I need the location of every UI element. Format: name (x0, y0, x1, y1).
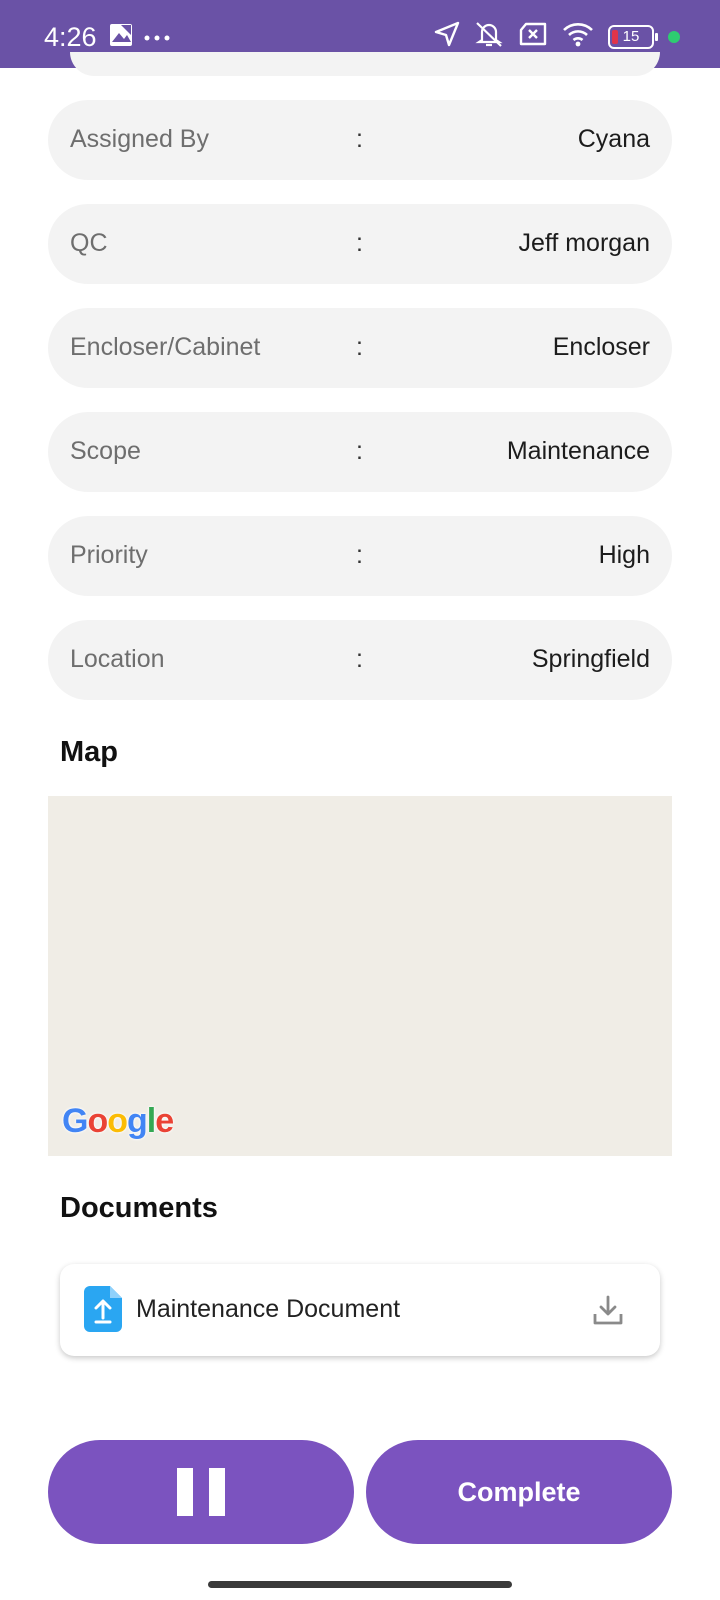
pause-button[interactable] (48, 1440, 354, 1544)
pause-icon (177, 1468, 225, 1516)
detail-value: Cyana (577, 125, 650, 153)
detail-value: High (598, 541, 650, 569)
document-item[interactable]: Maintenance Document (60, 1264, 660, 1356)
gallery-icon (108, 22, 134, 53)
file-upload-icon (84, 1286, 122, 1337)
documents-section-title: Documents (60, 1192, 218, 1224)
detail-row-location: Location : Springfield (48, 620, 672, 700)
detail-value: Jeff morgan (518, 229, 650, 257)
detail-row-qc: QC : Jeff morgan (48, 204, 672, 284)
detail-separator: : (356, 437, 363, 465)
sim-x-icon (518, 22, 548, 51)
detail-row-encloser-cabinet: Encloser/Cabinet : Encloser (48, 308, 672, 388)
previous-detail-row (70, 52, 660, 76)
bell-muted-icon (474, 20, 504, 53)
detail-separator: : (356, 333, 363, 361)
detail-label: Encloser/Cabinet (70, 333, 261, 361)
location-arrow-icon (434, 21, 460, 52)
document-name: Maintenance Document (136, 1295, 401, 1323)
detail-label: Location (70, 645, 165, 673)
complete-button[interactable]: Complete (366, 1440, 672, 1544)
wifi-icon (562, 21, 594, 52)
home-indicator[interactable] (208, 1581, 512, 1588)
detail-separator: : (356, 541, 363, 569)
map-section-title: Map (60, 736, 118, 768)
download-icon[interactable] (592, 1294, 624, 1331)
more-icon (144, 29, 170, 47)
detail-row-scope: Scope : Maintenance (48, 412, 672, 492)
battery-level: 15 (622, 27, 640, 45)
google-logo: Google (62, 1102, 174, 1140)
detail-separator: : (356, 125, 363, 153)
map-view[interactable]: Google (48, 796, 672, 1156)
detail-row-assigned-by: Assigned By : Cyana (48, 100, 672, 180)
detail-row-priority: Priority : High (48, 516, 672, 596)
detail-label: Priority (70, 541, 148, 569)
detail-value: Springfield (531, 645, 650, 673)
detail-separator: : (356, 645, 363, 673)
detail-value: Maintenance (506, 437, 650, 465)
detail-label: Assigned By (70, 125, 209, 153)
status-time: 4:26 (44, 22, 97, 52)
detail-value: Encloser (552, 333, 650, 361)
privacy-indicator-dot (668, 30, 680, 43)
battery-icon: 15 (608, 24, 658, 49)
detail-label: QC (70, 229, 108, 257)
detail-label: Scope (70, 437, 141, 465)
detail-separator: : (356, 229, 363, 257)
